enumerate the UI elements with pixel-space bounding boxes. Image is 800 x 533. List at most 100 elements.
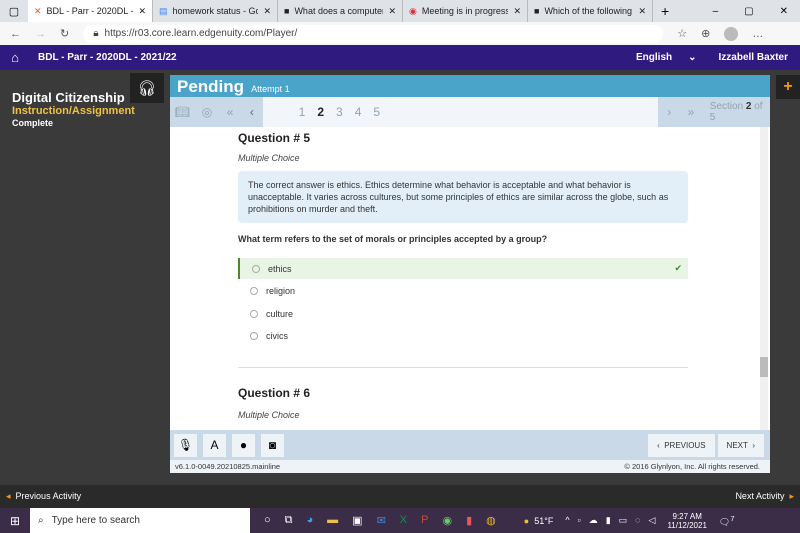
user-name[interactable]: Izzabell Baxter: [719, 52, 788, 63]
windows-start-icon[interactable]: ⊞: [0, 514, 30, 528]
favorites-icon[interactable]: ☆: [677, 27, 687, 40]
browser-tab[interactable]: ◉ Meeting is in progress ✕: [403, 0, 528, 22]
question-title: Question # 6: [238, 385, 311, 400]
lock-icon: 🔒︎: [93, 28, 99, 39]
answer-option[interactable]: civics: [238, 326, 688, 347]
radio-selected[interactable]: [252, 264, 260, 273]
book-icon[interactable]: 📖︎: [170, 105, 195, 119]
weather-icon: ●: [523, 515, 530, 526]
back-icon[interactable]: ←: [10, 28, 21, 40]
app-icon[interactable]: ◉: [442, 514, 452, 527]
course-title: BDL - Parr - 2020DL - 2021/22: [38, 52, 177, 63]
attempt-label: Attempt 1: [251, 84, 290, 94]
file-explorer-icon[interactable]: ▬: [327, 514, 338, 527]
scrollbar[interactable]: [760, 127, 768, 430]
close-window-icon[interactable]: ✕: [780, 6, 788, 17]
question-nav: 📖︎ ◎ « ‹ 1 2 3 4 5 › » Section 2 of 5: [170, 97, 770, 127]
page-link[interactable]: 3: [336, 105, 343, 119]
arrow-right-icon: ▸: [789, 491, 794, 501]
maximize-icon[interactable]: ▢: [744, 6, 753, 17]
feedback-box: The correct answer is ethics. Ethics det…: [238, 171, 688, 223]
toolbar: 🎙︎ A ● ◙ ‹ PREVIOUS NEXT ›: [170, 430, 770, 460]
edgenuity-icon: ✕: [34, 5, 42, 16]
page-link-current[interactable]: 2: [317, 105, 324, 119]
radio[interactable]: [250, 332, 258, 340]
next-button[interactable]: NEXT ›: [717, 433, 764, 457]
refresh-icon[interactable]: ↻: [60, 27, 69, 40]
close-icon[interactable]: ✕: [388, 6, 396, 17]
page-link[interactable]: 4: [355, 105, 362, 119]
tab-actions-icon[interactable]: ▢: [0, 5, 28, 18]
answer-option[interactable]: religion: [238, 281, 688, 302]
home-icon[interactable]: ⌂: [0, 50, 30, 65]
minimize-icon[interactable]: –: [713, 6, 719, 17]
profile-avatar[interactable]: [724, 26, 739, 41]
prev-page-icon[interactable]: ‹: [241, 105, 263, 119]
system-tray-icons[interactable]: ^▫☁▮▭◌◁: [565, 515, 663, 526]
notifications-icon[interactable]: 🗨︎7: [719, 514, 735, 528]
excel-icon[interactable]: X: [400, 514, 407, 527]
language-select[interactable]: English: [636, 52, 672, 63]
more-icon[interactable]: …: [752, 28, 763, 40]
taskbar-search[interactable]: ⌕ Type here to search: [30, 508, 250, 533]
close-icon[interactable]: ✕: [513, 6, 521, 17]
previous-activity-button[interactable]: ◂ Previous Activity: [6, 491, 81, 502]
office-icon[interactable]: ▮: [466, 514, 472, 527]
clock[interactable]: 9:27 AM 11/12/2021: [667, 512, 706, 530]
headphones-icon[interactable]: 🎧︎: [130, 73, 164, 103]
mail-icon[interactable]: ✉: [377, 514, 386, 527]
globe-icon[interactable]: ●: [232, 433, 255, 457]
translate-icon[interactable]: A: [203, 433, 226, 457]
microphone-icon[interactable]: 🎙︎: [174, 433, 197, 457]
recording-icon: ◉: [409, 5, 417, 16]
powerpoint-icon[interactable]: P: [421, 514, 428, 527]
visibility-icon[interactable]: ◙: [261, 433, 284, 457]
plus-icon[interactable]: +: [776, 75, 800, 99]
activity-status: Complete: [12, 118, 54, 128]
weather-temp[interactable]: 51°F: [534, 516, 553, 526]
chrome-icon[interactable]: ◍: [486, 514, 496, 527]
course-header: ⌂ BDL - Parr - 2020DL - 2021/22 English …: [0, 45, 800, 70]
browser-tab[interactable]: ■What does a computer for✕: [278, 0, 403, 22]
next-activity-button[interactable]: Next Activity ▸: [735, 491, 794, 502]
close-icon[interactable]: ✕: [138, 6, 146, 17]
activity-title: Digital Citizenship: [12, 90, 125, 105]
first-page-icon[interactable]: «: [219, 105, 241, 119]
divider: [238, 366, 688, 368]
target-icon[interactable]: ◎: [195, 105, 220, 119]
page-link[interactable]: 5: [373, 105, 380, 119]
brainly-icon: ■: [534, 6, 540, 16]
activity-nav: ◂ Previous Activity Next Activity ▸: [0, 485, 800, 508]
browser-tab[interactable]: ✕BDL - Parr - 2020DL - 2021/22✕: [28, 0, 153, 22]
next-page-icon[interactable]: ›: [658, 105, 680, 119]
page-list: 1 2 3 4 5: [262, 97, 659, 127]
edge-icon[interactable]: ◕: [307, 514, 314, 527]
page-link[interactable]: 1: [299, 105, 306, 119]
radio[interactable]: [250, 287, 258, 295]
radio[interactable]: [250, 309, 258, 318]
browser-tab[interactable]: ■Which of the following ref✕: [528, 0, 653, 22]
browser-tab[interactable]: ▤homework status - Google Docs✕: [153, 0, 278, 22]
search-icon: ⌕: [38, 515, 44, 526]
forward-icon[interactable]: →: [35, 28, 46, 40]
previous-button[interactable]: ‹ PREVIOUS: [648, 433, 715, 457]
cortana-icon[interactable]: ○: [264, 514, 271, 527]
status-label: Pending: [177, 77, 245, 96]
chevron-down-icon[interactable]: ⌄: [688, 52, 696, 63]
brainly-icon: ■: [284, 6, 290, 16]
status-bar: Pending Attempt 1: [170, 75, 770, 97]
answer-option[interactable]: culture: [238, 303, 688, 324]
collections-icon[interactable]: ⊕: [701, 27, 710, 40]
close-icon[interactable]: ✕: [263, 6, 271, 17]
activity-type: Instruction/Assignment: [12, 105, 135, 117]
answer-option-correct[interactable]: ethics ✔: [238, 258, 688, 279]
new-tab-button[interactable]: +: [653, 3, 677, 19]
task-view-icon[interactable]: ⧉: [285, 514, 293, 527]
last-page-icon[interactable]: »: [680, 105, 702, 119]
close-icon[interactable]: ✕: [638, 6, 646, 17]
url-input[interactable]: 🔒︎ https://r03.core.learn.edgenuity.com/P…: [83, 24, 664, 43]
sidebar: 🎧︎ Digital Citizenship Instruction/Assig…: [0, 70, 170, 485]
store-icon[interactable]: ▣: [352, 514, 362, 527]
arrow-left-icon: ◂: [6, 491, 11, 501]
check-icon: ✔: [674, 263, 682, 273]
